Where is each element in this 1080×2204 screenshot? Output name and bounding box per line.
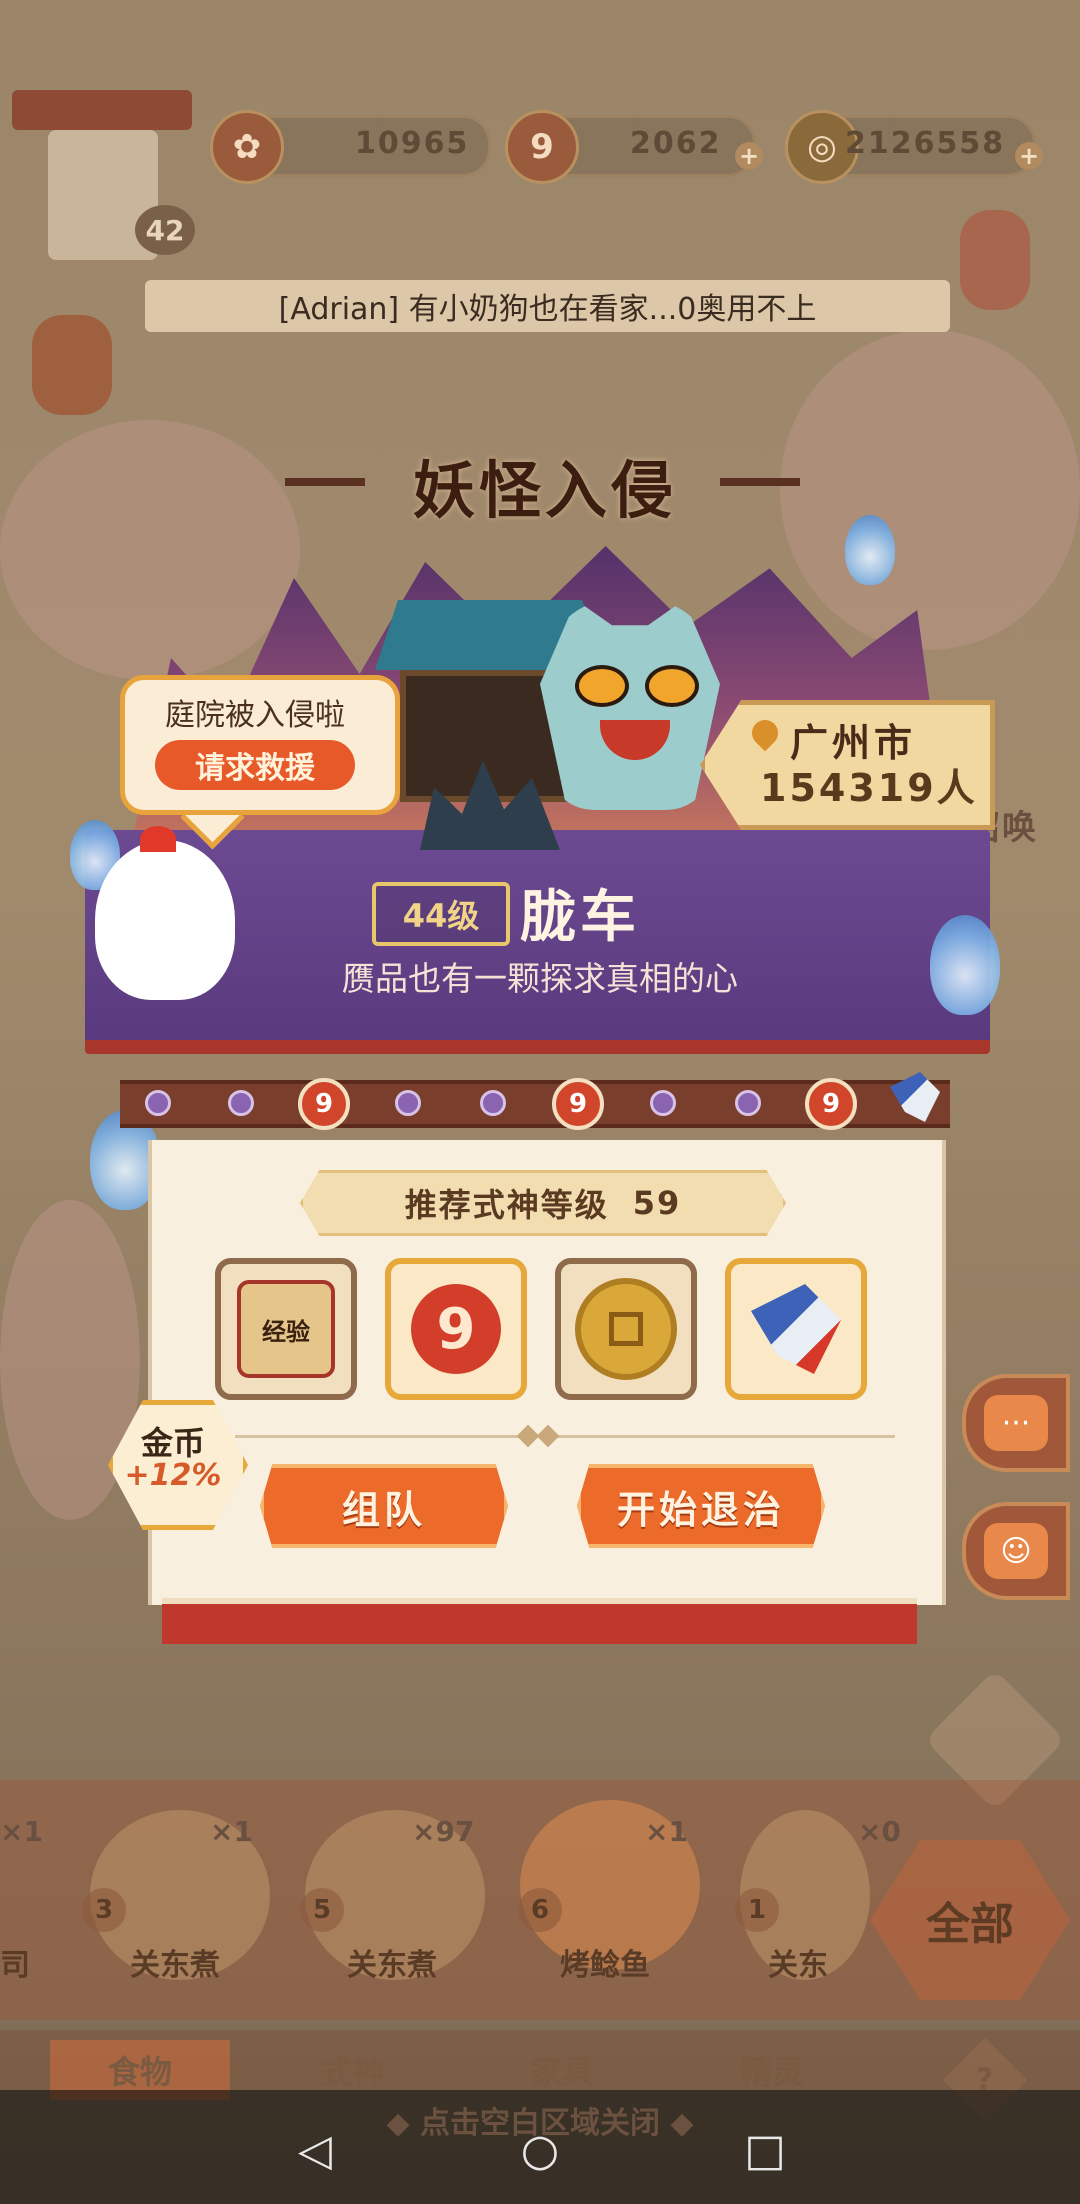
food-count: ×1 [0, 1815, 43, 1848]
add-coin-button[interactable]: + [1015, 142, 1043, 170]
bird-icon [751, 1284, 841, 1374]
food-name: 关东煮 [347, 1948, 437, 1983]
reward-magatama[interactable]: 9 [385, 1258, 527, 1400]
request-help-label: 请求救援 [195, 751, 315, 786]
recommended-level-value: 59 [632, 1184, 682, 1222]
food-level: 3 [82, 1888, 126, 1932]
food-level: 1 [735, 1888, 779, 1932]
flower-token-icon: ✿ [210, 110, 284, 184]
nav-home-icon[interactable]: ○ [510, 2120, 570, 2180]
monster-eye-right [645, 665, 699, 707]
food-count: ×97 [412, 1815, 475, 1848]
add-magatama-button[interactable]: + [735, 142, 763, 170]
team-up-label: 组队 [341, 1487, 426, 1532]
food-name: 烤鲶鱼 [560, 1948, 650, 1983]
player-level-badge: 42 [135, 205, 195, 255]
start-battle-label: 开始退治 [616, 1487, 785, 1532]
chat-icon: ··· [984, 1395, 1048, 1451]
food-count: ×0 [858, 1815, 901, 1848]
progress-dot [145, 1090, 171, 1116]
resource-magatama-value: 2062 [630, 126, 722, 161]
progress-magatama-marker: 9 [805, 1078, 857, 1130]
resource-coin-value: 2126558 [845, 126, 1006, 161]
food-level: 6 [518, 1888, 562, 1932]
food-name: 司 [0, 1948, 30, 1983]
start-battle-button[interactable]: 开始退治 [577, 1464, 825, 1548]
monster-level-badge: 44级 [372, 882, 510, 946]
recommended-level-label: 推荐式神等级 [404, 1186, 609, 1224]
food-level: 5 [300, 1888, 344, 1932]
progress-dot [650, 1090, 676, 1116]
monster-description: 赝品也有一颗探求真相的心 [342, 959, 738, 998]
monster-level: 44级 [402, 897, 480, 935]
chat-button[interactable]: ··· [962, 1374, 1070, 1472]
nav-recents-icon[interactable]: □ [735, 2120, 795, 2180]
progress-dot [480, 1090, 506, 1116]
nav-back-icon[interactable]: ◁ [285, 2120, 345, 2180]
reward-panel-base [162, 1598, 917, 1644]
food-count: ×1 [210, 1815, 253, 1848]
progress-magatama-marker: 9 [298, 1078, 350, 1130]
exp-label: 经验 [262, 1317, 310, 1346]
progress-dot [395, 1090, 421, 1116]
team-up-button[interactable]: 组队 [260, 1464, 508, 1548]
help-text: 庭院被入侵啦 [165, 698, 345, 733]
request-help-button[interactable]: 请求救援 [155, 740, 355, 790]
reward-coin[interactable] [555, 1258, 697, 1400]
food-count: ×1 [645, 1815, 688, 1848]
fish-kite-icon[interactable] [960, 210, 1030, 310]
monster-eye-left [575, 665, 629, 707]
exp-scroll-icon: 经验 [237, 1280, 335, 1378]
progress-dot [735, 1090, 761, 1116]
chick-mascot [95, 840, 235, 1000]
progress-dot [228, 1090, 254, 1116]
title-ornament-right [720, 478, 800, 486]
recommended-level-bar: 推荐式神等级 59 [300, 1170, 786, 1236]
monster-head [540, 600, 720, 810]
event-title: 妖怪入侵 [412, 454, 677, 527]
all-food-label: 全部 [926, 1899, 1014, 1950]
blossom-decoration [0, 420, 300, 680]
blossom-decoration [780, 330, 1080, 650]
coin-icon [575, 1278, 677, 1380]
announcement-marquee: [Adrian] 有小奶狗也在看家...0奥用不上 [145, 280, 950, 332]
magatama-icon: 9 [505, 110, 579, 184]
ghost-flame-icon [845, 515, 895, 585]
coin-bonus-value: +12% [124, 1458, 222, 1493]
marquee-text: [Adrian] 有小奶狗也在看家...0奥用不上 [278, 292, 817, 327]
magatama-icon: 9 [411, 1284, 501, 1374]
ghost-flame-icon [930, 915, 1000, 1015]
title-ornament-left [285, 478, 365, 486]
character-icon: ☺ [984, 1523, 1048, 1579]
progress-magatama-marker: 9 [552, 1078, 604, 1130]
location-population: 154319人 [760, 766, 978, 810]
food-name: 关东 [768, 1948, 828, 1983]
torii-gate [12, 90, 192, 130]
character-button[interactable]: ☺ [962, 1502, 1070, 1600]
lantern-icon[interactable] [32, 315, 112, 415]
panel-divider [235, 1435, 895, 1438]
chick-crest [140, 826, 176, 852]
reward-exp[interactable]: 经验 [215, 1258, 357, 1400]
resource-flower-value: 10965 [355, 126, 470, 161]
food-name: 关东煮 [130, 1948, 220, 1983]
monster-name: 胧车 [520, 885, 640, 950]
reward-bird[interactable] [725, 1258, 867, 1400]
